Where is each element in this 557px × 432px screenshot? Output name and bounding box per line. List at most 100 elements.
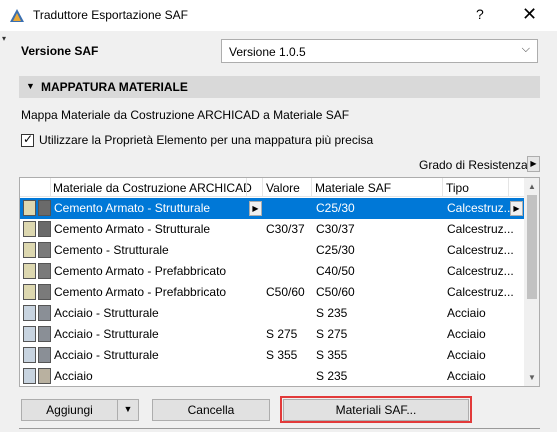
cell-saf: C25/30 bbox=[316, 201, 355, 215]
cell-material: Acciaio - Strutturale bbox=[54, 327, 159, 341]
tipo-picker-button[interactable]: ▶ bbox=[510, 201, 523, 216]
cell-tipo: Calcestruz... bbox=[447, 285, 514, 299]
fill-swatch-icon bbox=[23, 368, 36, 384]
cell-tipo: Calcestruz... bbox=[447, 264, 514, 278]
cell-valore: S 355 bbox=[266, 348, 298, 362]
vertical-scrollbar[interactable]: ▲ ▼ bbox=[524, 178, 539, 386]
scroll-up-arrow-icon[interactable]: ▲ bbox=[528, 182, 536, 191]
column-separator bbox=[262, 178, 263, 197]
cell-tipo: Calcestruz... bbox=[447, 243, 514, 257]
chevron-down-icon: ⌵ bbox=[521, 43, 530, 55]
table-row[interactable]: Cemento - Strutturale C25/30 Calcestruz... bbox=[20, 240, 524, 261]
version-select[interactable]: Versione 1.0.5 ⌵ bbox=[221, 39, 538, 63]
bottom-divider bbox=[19, 428, 540, 429]
side-collapse-marker: ▾ bbox=[2, 34, 7, 43]
fill-swatch-icon bbox=[23, 305, 36, 321]
help-button[interactable]: ? bbox=[476, 6, 484, 22]
cell-tipo: Acciaio bbox=[447, 327, 486, 341]
fill-swatch-icon bbox=[23, 242, 36, 258]
use-element-property-checkbox[interactable]: ✓ bbox=[21, 132, 34, 147]
table-header: Materiale da Costruzione ARCHICAD Valore… bbox=[20, 178, 524, 197]
cell-saf: S 275 bbox=[316, 327, 348, 341]
column-separator bbox=[246, 178, 247, 197]
cell-saf: S 235 bbox=[316, 306, 348, 320]
column-separator bbox=[442, 178, 443, 197]
table-row[interactable]: Cemento Armato - Strutturale C30/37 C30/37… bbox=[20, 219, 524, 240]
scroll-down-arrow-icon[interactable]: ▼ bbox=[528, 373, 536, 382]
close-button[interactable]: ✕ bbox=[522, 4, 537, 25]
table-row[interactable]: Acciaio - Strutturale S 275 S 275 Acciaio bbox=[20, 324, 524, 345]
column-header-material[interactable]: Materiale da Costruzione ARCHICAD bbox=[53, 181, 252, 195]
cell-material: Cemento - Strutturale bbox=[54, 243, 169, 257]
cell-saf: C25/30 bbox=[316, 243, 355, 257]
column-header-tipo[interactable]: Tipo bbox=[446, 181, 469, 195]
cell-material: Acciaio bbox=[54, 369, 93, 383]
table-row[interactable]: Acciaio S 235 Acciaio bbox=[20, 366, 524, 386]
cell-tipo: Calcestruz... bbox=[447, 222, 514, 236]
cell-valore: S 275 bbox=[266, 327, 298, 341]
fill-swatch-icon bbox=[23, 347, 36, 363]
cell-tipo: Acciaio bbox=[447, 348, 486, 362]
collapse-triangle-icon: ▼ bbox=[26, 81, 35, 91]
surface-swatch-icon bbox=[38, 263, 51, 279]
title-bar: Traduttore Esportazione SAF ? ✕ bbox=[0, 0, 557, 31]
surface-swatch-icon bbox=[38, 305, 51, 321]
delete-button[interactable]: Cancella bbox=[152, 399, 270, 421]
material-mapping-table: Materiale da Costruzione ARCHICAD Valore… bbox=[19, 177, 540, 387]
fill-swatch-icon bbox=[23, 200, 36, 216]
section-title: MAPPATURA MATERIALE bbox=[41, 80, 188, 94]
table-row[interactable]: Acciaio - Strutturale S 355 S 355 Acciaio bbox=[20, 345, 524, 366]
table-row[interactable]: Cemento Armato - Prefabbricato C50/60 C50/… bbox=[20, 282, 524, 303]
version-selected-value: Versione 1.0.5 bbox=[229, 45, 306, 59]
section-header-mapping[interactable]: ▼ MAPPATURA MATERIALE bbox=[19, 76, 540, 98]
surface-swatch-icon bbox=[38, 284, 51, 300]
cell-valore: C50/60 bbox=[266, 285, 305, 299]
surface-swatch-icon bbox=[38, 347, 51, 363]
valore-picker-button[interactable]: ▶ bbox=[249, 201, 262, 216]
checkmark-icon: ✓ bbox=[23, 132, 34, 146]
table-row[interactable]: Cemento Armato - Strutturale C25/30 Calces… bbox=[20, 198, 524, 219]
cell-material: Cemento Armato - Prefabbricato bbox=[54, 285, 227, 299]
cell-saf: C40/50 bbox=[316, 264, 355, 278]
cell-saf: S 235 bbox=[316, 369, 348, 383]
grado-resistenza-label: Grado di Resistenza bbox=[419, 158, 528, 172]
fill-swatch-icon bbox=[23, 221, 36, 237]
cell-material: Acciaio - Strutturale bbox=[54, 306, 159, 320]
version-label: Versione SAF bbox=[21, 44, 99, 58]
cell-tipo: Calcestruz... bbox=[447, 201, 514, 215]
surface-swatch-icon bbox=[38, 326, 51, 342]
window-title: Traduttore Esportazione SAF bbox=[33, 8, 188, 22]
column-header-saf[interactable]: Materiale SAF bbox=[315, 181, 391, 195]
cell-material: Cemento Armato - Prefabbricato bbox=[54, 264, 227, 278]
table-row[interactable]: Acciaio - Strutturale S 235 Acciaio bbox=[20, 303, 524, 324]
column-separator bbox=[311, 178, 312, 197]
cell-saf: S 355 bbox=[316, 348, 348, 362]
cell-material: Acciaio - Strutturale bbox=[54, 348, 159, 362]
surface-swatch-icon bbox=[38, 221, 51, 237]
column-separator bbox=[50, 178, 51, 197]
surface-swatch-icon bbox=[38, 200, 51, 216]
fill-swatch-icon bbox=[23, 326, 36, 342]
cell-tipo: Acciaio bbox=[447, 369, 486, 383]
add-button[interactable]: Aggiungi bbox=[21, 399, 118, 421]
cell-saf: C30/37 bbox=[316, 222, 355, 236]
mapping-description: Mappa Materiale da Costruzione ARCHICAD … bbox=[21, 108, 350, 122]
highlight-box bbox=[280, 396, 472, 423]
column-separator bbox=[508, 178, 509, 197]
cell-saf: C50/60 bbox=[316, 285, 355, 299]
surface-swatch-icon bbox=[38, 368, 51, 384]
checkbox-label: Utilizzare la Proprietà Elemento per una… bbox=[39, 133, 374, 147]
cell-valore: C30/37 bbox=[266, 222, 305, 236]
cell-tipo: Acciaio bbox=[447, 306, 486, 320]
add-dropdown-button[interactable]: ▼ bbox=[117, 399, 139, 421]
grado-arrow-button[interactable]: ▶ bbox=[527, 156, 540, 172]
column-header-valore[interactable]: Valore bbox=[266, 181, 300, 195]
cell-material: Cemento Armato - Strutturale bbox=[54, 201, 211, 215]
surface-swatch-icon bbox=[38, 242, 51, 258]
scrollbar-thumb[interactable] bbox=[527, 195, 537, 299]
fill-swatch-icon bbox=[23, 263, 36, 279]
fill-swatch-icon bbox=[23, 284, 36, 300]
table-row[interactable]: Cemento Armato - Prefabbricato C40/50 Calc… bbox=[20, 261, 524, 282]
archicad-app-icon bbox=[10, 9, 24, 22]
cell-material: Cemento Armato - Strutturale bbox=[54, 222, 211, 236]
